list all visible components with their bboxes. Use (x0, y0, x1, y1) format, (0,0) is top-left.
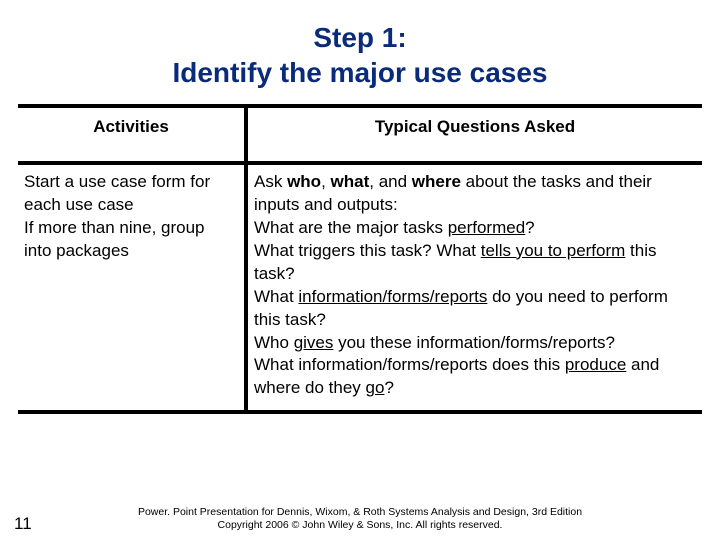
question-line: What information/forms/reports does this… (254, 354, 692, 400)
question-intro: Ask who, what, and where about the tasks… (254, 171, 692, 217)
question-line: Who gives you these information/forms/re… (254, 332, 692, 355)
footer-line: Copyright 2006 © John Wiley & Sons, Inc.… (218, 519, 503, 531)
questions-cell: Ask who, what, and where about the tasks… (248, 165, 702, 410)
title-line-2: Identify the major use cases (172, 57, 547, 88)
footer-line: Power. Point Presentation for Dennis, Wi… (138, 506, 582, 518)
content-table: Activities Typical Questions Asked Start… (18, 104, 702, 414)
question-line: What are the major tasks performed? (254, 217, 692, 240)
footer: Power. Point Presentation for Dennis, Wi… (0, 506, 720, 532)
header-activities: Activities (18, 108, 248, 165)
question-line: What information/forms/reports do you ne… (254, 286, 692, 332)
activities-cell: Start a use case form for each use case … (18, 165, 248, 410)
page-number: 11 (14, 514, 32, 534)
activity-line: If more than nine, group into packages (24, 217, 234, 263)
header-questions: Typical Questions Asked (248, 108, 702, 165)
slide-title: Step 1: Identify the major use cases (18, 20, 702, 90)
title-line-1: Step 1: (313, 22, 406, 53)
activity-line: Start a use case form for each use case (24, 171, 234, 217)
slide: Step 1: Identify the major use cases Act… (0, 0, 720, 540)
question-line: What triggers this task? What tells you … (254, 240, 692, 286)
